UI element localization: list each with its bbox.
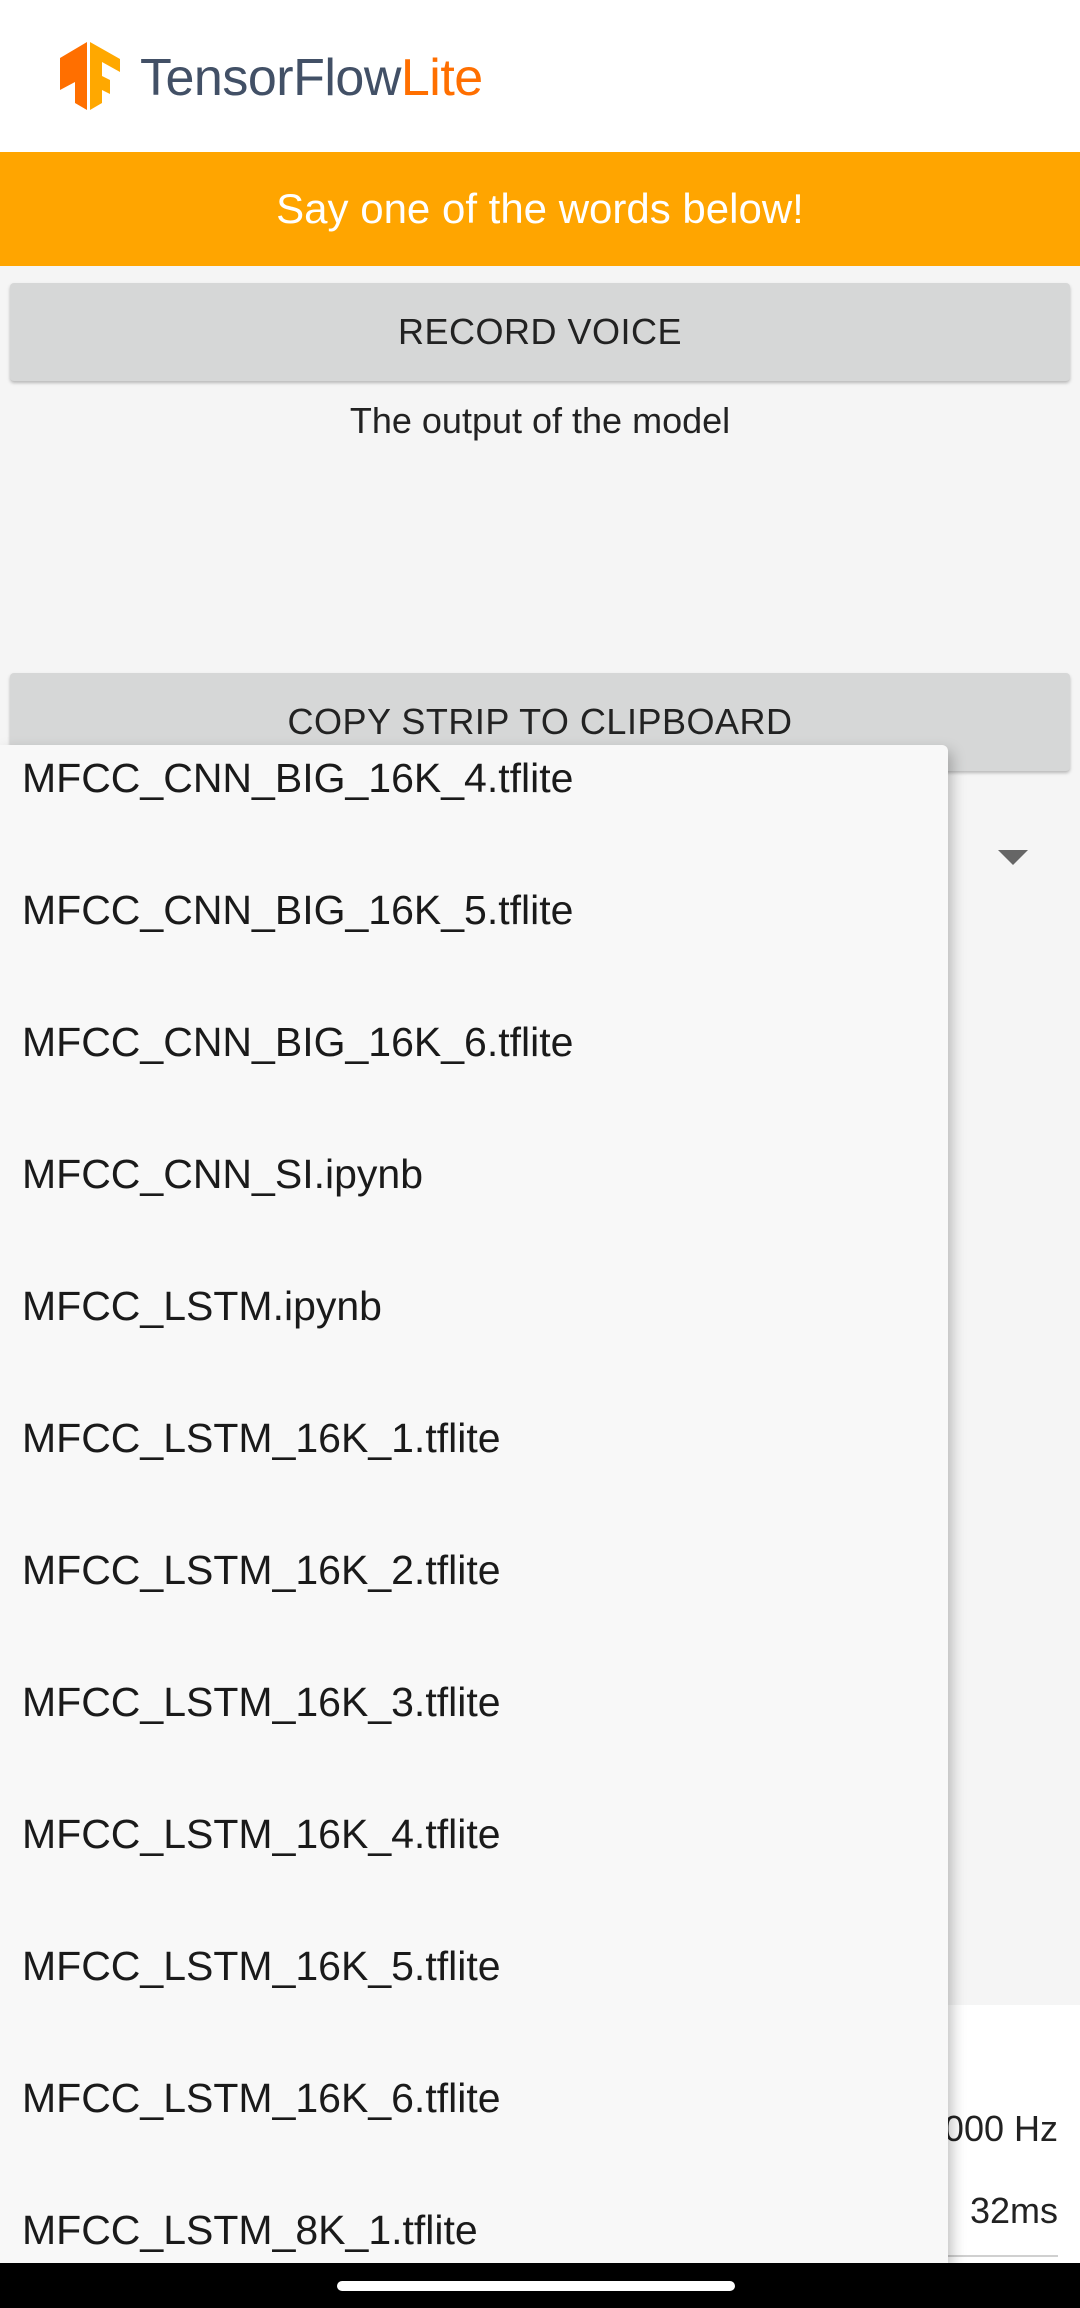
model-option[interactable]: MFCC_LSTM_16K_6.tflite — [0, 2032, 948, 2164]
brand-lite: Lite — [400, 49, 483, 107]
home-gesture-handle[interactable] — [337, 2281, 735, 2291]
model-option[interactable]: MFCC_LSTM_16K_5.tflite — [0, 1900, 948, 2032]
record-voice-button[interactable]: RECORD VOICE — [10, 283, 1070, 381]
model-option[interactable]: MFCC_CNN_BIG_16K_5.tflite — [0, 844, 948, 976]
model-option[interactable]: MFCC_LSTM_8K_1.tflite — [0, 2164, 948, 2263]
sample-rate-value: 000 Hz — [943, 2108, 1058, 2149]
dropdown-arrow-icon[interactable] — [998, 850, 1028, 865]
model-option[interactable]: MFCC_LSTM_16K_3.tflite — [0, 1636, 948, 1768]
model-output-label: The output of the model — [349, 400, 731, 441]
divider — [940, 2255, 1058, 2257]
model-option[interactable]: MFCC_LSTM_16K_4.tflite — [0, 1768, 948, 1900]
model-option[interactable]: MFCC_CNN_BIG_16K_4.tflite — [0, 745, 948, 844]
model-option[interactable]: MFCC_CNN_BIG_16K_6.tflite — [0, 976, 948, 1108]
model-dropdown-popup[interactable]: MFCC_CNN_BIG_16K_4.tflite MFCC_CNN_BIG_1… — [0, 745, 948, 2263]
instruction-banner: Say one of the words below! — [0, 152, 1080, 266]
brand-tensorflow: TensorFlow — [140, 49, 401, 107]
model-option[interactable]: MFCC_LSTM.ipynb — [0, 1240, 948, 1372]
brand-title: TensorFlowLite — [140, 48, 483, 108]
model-option[interactable]: MFCC_LSTM_16K_2.tflite — [0, 1504, 948, 1636]
model-option[interactable]: MFCC_LSTM_16K_1.tflite — [0, 1372, 948, 1504]
model-option[interactable]: MFCC_CNN_SI.ipynb — [0, 1108, 948, 1240]
app-bar: TensorFlowLite — [0, 0, 1080, 152]
model-options-list[interactable]: MFCC_CNN_BIG_16K_4.tflite MFCC_CNN_BIG_1… — [0, 745, 948, 2263]
inference-time-value: 32ms — [969, 2190, 1058, 2231]
tensorflow-logo-icon — [60, 42, 120, 110]
